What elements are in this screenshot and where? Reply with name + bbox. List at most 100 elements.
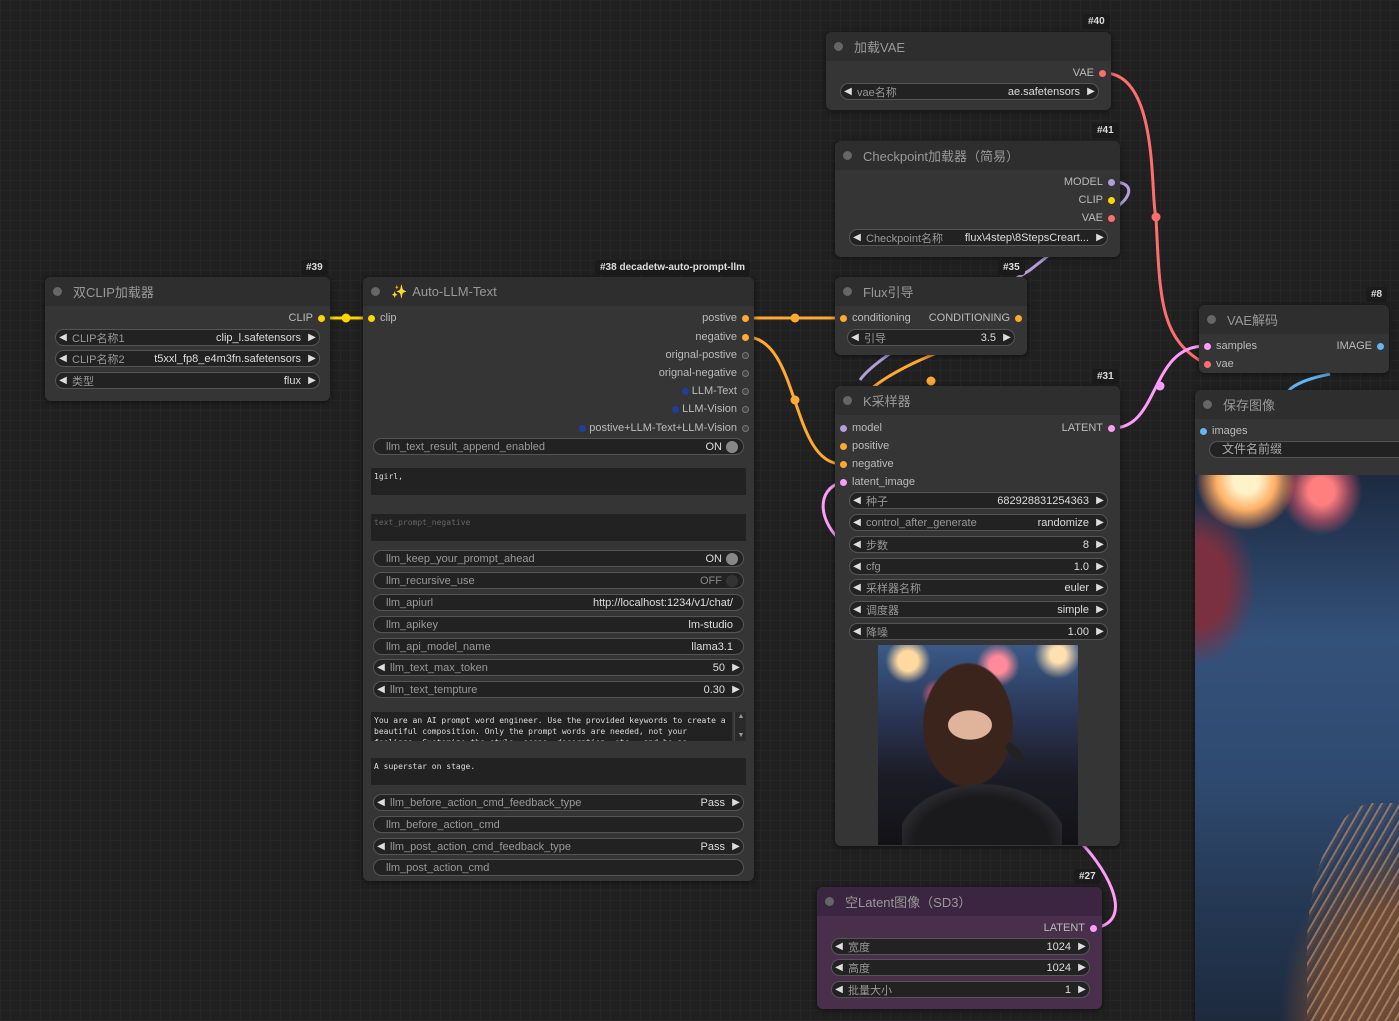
steps-number[interactable]: ◀ 步数 8 ▶ bbox=[849, 536, 1108, 553]
toggle-knob-icon[interactable] bbox=[726, 440, 738, 453]
output-llm-vision[interactable]: LLM-Vision bbox=[672, 401, 749, 417]
seed-number[interactable]: ◀ 种子 682928831254363 ▶ bbox=[849, 492, 1108, 509]
arrow-right-icon[interactable]: ▶ bbox=[1075, 984, 1089, 995]
arrow-left-icon[interactable]: ◀ bbox=[850, 232, 864, 243]
arrow-right-icon[interactable]: ▶ bbox=[729, 841, 743, 852]
output-negative[interactable]: negative bbox=[695, 329, 749, 345]
before-action-cmd-field[interactable]: llm_before_action_cmd bbox=[373, 816, 744, 833]
output-dot-icon[interactable] bbox=[1090, 924, 1097, 932]
input-dot-icon[interactable] bbox=[840, 442, 847, 450]
output-dot-icon[interactable] bbox=[1108, 424, 1115, 432]
arrow-right-icon[interactable]: ▶ bbox=[1093, 232, 1107, 243]
recursive-use-toggle[interactable]: llm_recursive_use OFF bbox=[373, 572, 744, 589]
cfg-number[interactable]: ◀ cfg 1.0 ▶ bbox=[849, 558, 1108, 575]
clip-type-combo[interactable]: ◀ 类型 flux ▶ bbox=[55, 372, 320, 389]
clip-name1-combo[interactable]: ◀ CLIP名称1 clip_l.safetensors ▶ bbox=[55, 329, 320, 346]
arrow-left-icon[interactable]: ◀ bbox=[374, 797, 388, 808]
node-title-bar[interactable]: Flux引导 bbox=[835, 277, 1027, 306]
arrow-right-icon[interactable]: ▶ bbox=[305, 375, 319, 386]
output-dot-icon[interactable] bbox=[1108, 214, 1115, 222]
arrow-left-icon[interactable]: ◀ bbox=[850, 561, 864, 572]
empty-latent-node[interactable]: 空Latent图像（SD3） LATENT ◀ 宽度 1024 ▶ ◀ 高度 1024 ▶ … bbox=[817, 887, 1102, 1009]
tempture-number[interactable]: ◀ llm_text_tempture 0.30 ▶ bbox=[373, 681, 744, 698]
output-dot-icon[interactable] bbox=[742, 424, 749, 432]
arrow-right-icon[interactable]: ▶ bbox=[1075, 962, 1089, 973]
input-images[interactable]: images bbox=[1200, 423, 1247, 439]
arrow-right-icon[interactable]: ▶ bbox=[1093, 495, 1107, 506]
arrow-left-icon[interactable]: ◀ bbox=[56, 353, 70, 364]
input-model[interactable]: model bbox=[840, 420, 882, 436]
input-positive[interactable]: positive bbox=[840, 438, 889, 454]
input-dot-icon[interactable] bbox=[840, 478, 847, 486]
output-dot-icon[interactable] bbox=[742, 314, 749, 322]
text-prompt-textarea[interactable]: 1girl, bbox=[371, 468, 746, 495]
control-after-generate-combo[interactable]: ◀ control_after_generate randomize ▶ bbox=[849, 514, 1108, 531]
arrow-left-icon[interactable]: ◀ bbox=[374, 841, 388, 852]
output-latent[interactable]: LATENT bbox=[1044, 920, 1097, 936]
output-dot-icon[interactable] bbox=[318, 314, 325, 322]
input-dot-icon[interactable] bbox=[840, 424, 847, 432]
output-postive-combined[interactable]: postive+LLM-Text+LLM-Vision bbox=[579, 420, 749, 436]
arrow-left-icon[interactable]: ◀ bbox=[850, 495, 864, 506]
node-title-bar[interactable]: Checkpoint加载器（简易） bbox=[835, 141, 1120, 170]
node-title-bar[interactable]: ✨ Auto-LLM-Text bbox=[363, 277, 754, 306]
user-prompt-textarea[interactable]: A superstar on stage. bbox=[371, 758, 746, 785]
output-vae[interactable]: VAE bbox=[1082, 210, 1115, 226]
arrow-left-icon[interactable]: ◀ bbox=[850, 626, 864, 637]
output-dot-icon[interactable] bbox=[742, 387, 749, 395]
load-vae-node[interactable]: 加载VAE VAE ◀ vae名称 ae.safetensors ▶ bbox=[826, 32, 1111, 110]
output-dot-icon[interactable] bbox=[742, 333, 749, 341]
node-title-bar[interactable]: 保存图像 bbox=[1195, 390, 1399, 419]
collapse-dot-icon[interactable] bbox=[1203, 400, 1212, 409]
arrow-right-icon[interactable]: ▶ bbox=[1093, 539, 1107, 550]
dual-clip-loader-node[interactable]: 双CLIP加载器 CLIP ◀ CLIP名称1 clip_l.safetensors… bbox=[45, 277, 330, 401]
denoise-number[interactable]: ◀ 降噪 1.00 ▶ bbox=[849, 623, 1108, 640]
collapse-dot-icon[interactable] bbox=[843, 151, 852, 160]
arrow-right-icon[interactable]: ▶ bbox=[1093, 582, 1107, 593]
node-title-bar[interactable]: K采样器 bbox=[835, 386, 1120, 415]
output-image[interactable]: IMAGE bbox=[1337, 338, 1384, 354]
output-dot-icon[interactable] bbox=[1108, 178, 1115, 186]
collapse-dot-icon[interactable] bbox=[825, 897, 834, 906]
collapse-dot-icon[interactable] bbox=[1207, 315, 1216, 324]
arrow-right-icon[interactable]: ▶ bbox=[1093, 604, 1107, 615]
output-postive[interactable]: postive bbox=[702, 310, 749, 326]
max-token-number[interactable]: ◀ llm_text_max_token 50 ▶ bbox=[373, 659, 744, 676]
input-conditioning[interactable]: conditioning bbox=[840, 310, 911, 326]
output-llm-text[interactable]: LLM-Text bbox=[681, 383, 749, 399]
output-dot-icon[interactable] bbox=[742, 369, 749, 377]
arrow-left-icon[interactable]: ◀ bbox=[56, 375, 70, 386]
arrow-left-icon[interactable]: ◀ bbox=[832, 941, 846, 952]
api-model-name-field[interactable]: llm_api_model_name llama3.1 bbox=[373, 638, 744, 655]
input-dot-icon[interactable] bbox=[1200, 427, 1207, 435]
output-conditioning[interactable]: CONDITIONING bbox=[929, 310, 1022, 326]
output-dot-icon[interactable] bbox=[1108, 196, 1115, 204]
before-action-feedback-combo[interactable]: ◀ llm_before_action_cmd_feedback_type Pass… bbox=[373, 794, 744, 811]
post-action-cmd-field[interactable]: llm_post_action_cmd bbox=[373, 859, 744, 876]
sampler-name-combo[interactable]: ◀ 采样器名称 euler ▶ bbox=[849, 579, 1108, 596]
height-number[interactable]: ◀ 高度 1024 ▶ bbox=[831, 959, 1090, 976]
checkpoint-name-combo[interactable]: ◀ Checkpoint名称 flux\4step\8StepsCreart... ▶ bbox=[849, 229, 1108, 246]
input-samples[interactable]: samples bbox=[1204, 338, 1257, 354]
input-vae[interactable]: vae bbox=[1204, 356, 1234, 372]
node-title-bar[interactable]: 空Latent图像（SD3） bbox=[817, 887, 1102, 916]
input-dot-icon[interactable] bbox=[1204, 342, 1211, 350]
scroll-up-icon[interactable]: ▲ bbox=[735, 712, 747, 722]
toggle-knob-icon[interactable] bbox=[726, 574, 738, 587]
system-prompt-textarea[interactable]: You are an AI prompt word engineer. Use … bbox=[371, 712, 732, 741]
vae-decode-node[interactable]: VAE解码 samples vae IMAGE bbox=[1199, 305, 1389, 373]
input-dot-icon[interactable] bbox=[840, 460, 847, 468]
output-dot-icon[interactable] bbox=[1377, 342, 1384, 350]
input-dot-icon[interactable] bbox=[1204, 360, 1211, 368]
guidance-number[interactable]: ◀ 引导 3.5 ▶ bbox=[847, 329, 1015, 346]
toggle-knob-icon[interactable] bbox=[726, 552, 738, 565]
node-title-bar[interactable]: 双CLIP加载器 bbox=[45, 277, 330, 306]
filename-prefix-field[interactable]: 文件名前缀 bbox=[1195, 441, 1399, 458]
post-action-feedback-combo[interactable]: ◀ llm_post_action_cmd_feedback_type Pass ▶ bbox=[373, 838, 744, 855]
node-title-bar[interactable]: VAE解码 bbox=[1199, 305, 1389, 334]
output-vae[interactable]: VAE bbox=[1073, 65, 1106, 81]
keep-prompt-ahead-toggle[interactable]: llm_keep_your_prompt_ahead ON bbox=[373, 550, 744, 567]
flux-guidance-node[interactable]: Flux引导 conditioning CONDITIONING ◀ 引导 3.5 ▶ bbox=[835, 277, 1027, 355]
vae-name-combo[interactable]: ◀ vae名称 ae.safetensors ▶ bbox=[840, 83, 1099, 100]
arrow-left-icon[interactable]: ◀ bbox=[832, 984, 846, 995]
